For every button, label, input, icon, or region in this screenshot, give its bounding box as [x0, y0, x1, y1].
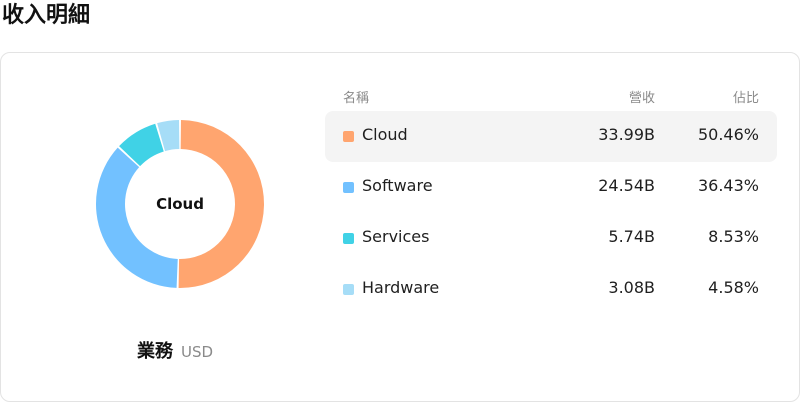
legend-swatch	[343, 233, 354, 244]
revenue-card: Cloud 業務 USD 名稱 營收 佔比 Cloud 33.99B 50.46%…	[0, 52, 800, 402]
chart-caption: 業務 USD	[1, 337, 349, 363]
table-row-cloud[interactable]: Cloud 33.99B 50.46%	[325, 111, 777, 162]
table-row-software[interactable]: Software 24.54B 36.43%	[325, 162, 777, 213]
legend-swatch	[343, 284, 354, 295]
revenue-table: 名稱 營收 佔比 Cloud 33.99B 50.46% Software 24…	[325, 83, 777, 315]
column-header-name: 名稱	[343, 91, 370, 106]
caption-unit: USD	[180, 343, 214, 361]
row-name: Services	[362, 227, 430, 246]
row-revenue: 33.99B	[598, 125, 655, 144]
row-revenue: 3.08B	[608, 278, 655, 297]
row-share: 4.58%	[708, 278, 759, 297]
page-title: 收入明細	[2, 3, 91, 28]
column-header-share: 佔比	[732, 91, 759, 106]
donut-center-label: Cloud	[156, 195, 204, 213]
row-revenue: 24.54B	[598, 176, 655, 195]
row-name: Hardware	[362, 278, 440, 297]
row-share: 8.53%	[708, 227, 759, 246]
column-header-revenue: 營收	[628, 91, 655, 106]
table-row-hardware[interactable]: Hardware 3.08B 4.58%	[325, 264, 777, 315]
row-name: Software	[362, 176, 433, 195]
legend-swatch	[343, 131, 354, 142]
legend-swatch	[343, 182, 354, 193]
row-share: 36.43%	[697, 176, 759, 195]
table-row-services[interactable]: Services 5.74B 8.53%	[325, 213, 777, 264]
table-header: 名稱 營收 佔比	[325, 83, 777, 111]
donut-chart: Cloud	[95, 115, 265, 293]
row-share: 50.46%	[697, 125, 759, 144]
caption-category: 業務	[136, 341, 173, 362]
row-revenue: 5.74B	[608, 227, 655, 246]
row-name: Cloud	[362, 125, 408, 144]
